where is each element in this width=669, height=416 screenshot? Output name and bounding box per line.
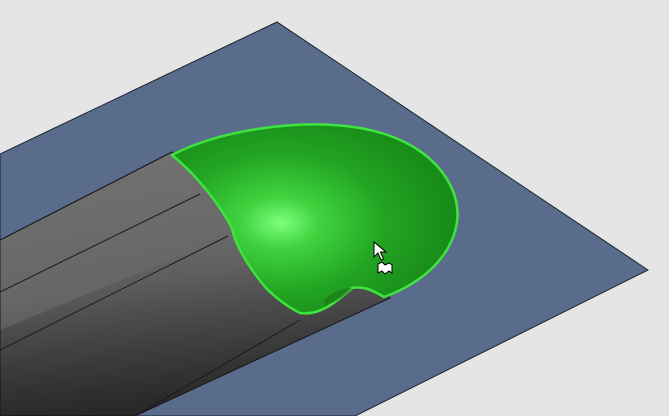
graphics-viewport[interactable] [0, 0, 669, 416]
cad-scene[interactable] [0, 0, 669, 416]
